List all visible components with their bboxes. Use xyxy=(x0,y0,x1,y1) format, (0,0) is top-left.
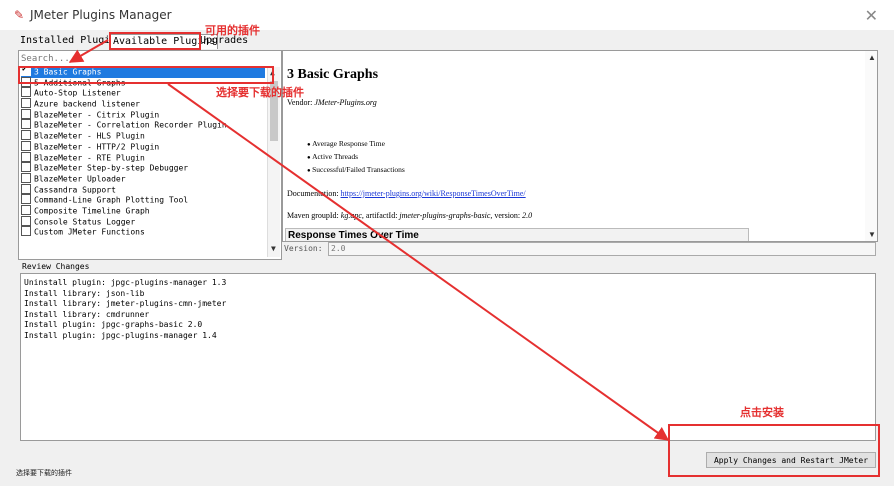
status-text: 选择要下载的插件 xyxy=(16,469,72,477)
plugin-title: 3 Basic Graphs xyxy=(287,67,379,82)
plugin-checkbox[interactable] xyxy=(21,162,31,173)
plugin-label: Cassandra Support xyxy=(34,185,116,195)
plugin-checkbox[interactable] xyxy=(21,130,31,141)
annotation-select-plugin: 选择要下载的插件 xyxy=(216,86,304,99)
search-input[interactable] xyxy=(21,53,273,65)
plugin-list-item[interactable]: Custom JMeter Functions xyxy=(21,226,265,238)
review-line: Install library: jmeter-plugins-cmn-jmet… xyxy=(24,299,227,308)
annotation-click-install: 点击安装 xyxy=(740,406,784,419)
plugin-label: Composite Timeline Graph xyxy=(34,206,150,216)
maven-group-label: Maven groupId: xyxy=(287,211,341,220)
plugin-checkbox[interactable] xyxy=(21,204,31,215)
documentation-link[interactable]: https://jmeter-plugins.org/wiki/Response… xyxy=(341,189,526,198)
plugin-list-item[interactable]: Cassandra Support xyxy=(21,183,265,196)
scroll-down-icon[interactable]: ▼ xyxy=(868,230,876,239)
window-title: JMeter Plugins Manager xyxy=(30,8,172,22)
plugin-list-item[interactable]: Command-Line Graph Plotting Tool xyxy=(21,194,265,206)
plugin-list-item[interactable]: BlazeMeter - HLS Plugin xyxy=(21,130,265,142)
plugin-label: BlazeMeter - Correlation Recorder Plugin xyxy=(34,120,227,130)
plugin-checkbox[interactable] xyxy=(21,172,31,183)
preview-heading: Response Times Over Time xyxy=(285,228,749,241)
annotation-box-selected-plugin xyxy=(18,66,274,84)
plugin-label: Custom JMeter Functions xyxy=(34,227,145,237)
version-label: Version: xyxy=(284,244,323,253)
plugin-checkbox[interactable] xyxy=(21,108,31,119)
plugin-label: Auto-Stop Listener xyxy=(34,88,121,98)
plugin-checkbox[interactable] xyxy=(21,151,31,162)
feature-item: Average Response Time xyxy=(307,138,405,151)
close-icon[interactable]: ✕ xyxy=(865,6,878,25)
plugin-list-item[interactable]: BlazeMeter - Citrix Plugin xyxy=(21,108,265,121)
feature-list: Average Response Time Active Threads Suc… xyxy=(307,138,405,177)
details-scrollbar[interactable]: ▲ ▼ xyxy=(865,51,877,241)
plugin-checkbox[interactable] xyxy=(21,87,31,98)
review-line: Install plugin: jpgc-plugins-manager 1.4 xyxy=(24,330,217,340)
plugin-label: BlazeMeter - HTTP/2 Plugin xyxy=(34,142,160,152)
plugin-label: Azure backend listener xyxy=(34,99,140,109)
doc-label: Documentation: xyxy=(287,189,341,198)
plugin-label: BlazeMeter - RTE Plugin xyxy=(34,153,145,162)
review-changes-label: Review Changes xyxy=(22,262,90,271)
review-line: Uninstall plugin: jpgc-plugins-manager 1… xyxy=(24,278,227,287)
version-select[interactable]: 2.0 xyxy=(328,242,876,256)
plugin-checkbox[interactable] xyxy=(21,119,31,130)
maven-artifact: jmeter-plugins-graphs-basic xyxy=(399,211,491,220)
plugin-list-item[interactable]: Console Status Logger xyxy=(21,215,265,228)
plugin-checkbox[interactable] xyxy=(21,98,31,109)
plugin-checkbox[interactable] xyxy=(21,226,31,237)
plugin-label: BlazeMeter - Citrix Plugin xyxy=(34,110,160,120)
review-line: Install plugin: jpgc-graphs-basic 2.0 xyxy=(24,320,203,329)
plugin-label: BlazeMeter - HLS Plugin xyxy=(34,131,145,141)
annotation-available-plugins: 可用的插件 xyxy=(205,24,260,37)
plugin-label: Console Status Logger xyxy=(34,217,136,227)
chevron-down-icon[interactable]: ▼ xyxy=(271,244,276,253)
review-line: Install library: json-lib xyxy=(24,288,145,298)
plugin-label: BlazeMeter Uploader xyxy=(34,174,126,184)
jmeter-feather-icon: ✎ xyxy=(14,8,25,22)
vendor-name: JMeter-Plugins.org xyxy=(314,98,377,107)
plugin-details-panel: 3 Basic Graphs Vendor: JMeter-Plugins.or… xyxy=(282,50,878,242)
plugin-label: BlazeMeter Step-by-step Debugger xyxy=(34,163,189,173)
version-row: Version: 2.0 xyxy=(282,242,876,256)
review-line: Install library: cmdrunner xyxy=(24,309,150,319)
maven-version-label: , version: xyxy=(490,211,523,220)
plugin-list-item[interactable]: Azure backend listener xyxy=(21,98,265,110)
plugin-list-item[interactable]: BlazeMeter Step-by-step Debugger xyxy=(21,162,265,174)
scroll-up-icon[interactable]: ▲ xyxy=(868,53,876,62)
plugin-checkbox[interactable] xyxy=(21,183,31,194)
plugin-checkbox[interactable] xyxy=(21,140,31,151)
documentation-line: Documentation: https://jmeter-plugins.or… xyxy=(287,189,526,198)
plugin-list-item[interactable]: BlazeMeter - Correlation Recorder Plugin xyxy=(21,119,265,131)
plugin-list-item[interactable]: Composite Timeline Graph xyxy=(21,204,265,217)
plugin-list-item[interactable]: BlazeMeter - HTTP/2 Plugin xyxy=(21,140,265,153)
maven-artifact-label: , artifactId: xyxy=(361,211,400,220)
annotation-box-apply xyxy=(668,424,880,477)
plugin-checkbox[interactable] xyxy=(21,194,31,205)
maven-version: 2.0 xyxy=(522,211,533,220)
plugin-label: Command-Line Graph Plotting Tool xyxy=(34,195,189,205)
title-bar: ✎ JMeter Plugins Manager ✕ xyxy=(0,0,894,30)
feature-item: Successful/Failed Transactions xyxy=(307,164,405,177)
annotation-box-available-tab xyxy=(109,32,201,50)
feature-item: Active Threads xyxy=(307,151,405,164)
maven-group: kg.apc xyxy=(340,211,362,220)
plugin-list-item[interactable]: BlazeMeter - RTE Plugin xyxy=(21,151,265,164)
plugin-checkbox[interactable] xyxy=(21,215,31,226)
plugin-list-item[interactable]: BlazeMeter Uploader xyxy=(21,172,265,185)
maven-line: Maven groupId: kg.apc, artifactId: jmete… xyxy=(287,211,532,220)
